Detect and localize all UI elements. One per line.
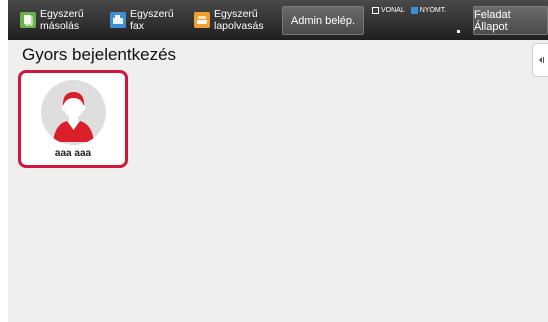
line-status-label: VONAL [381, 7, 405, 14]
page-title: Gyors bejelentkezés [22, 45, 177, 64]
easy-scan-shortcut[interactable]: Egyszerű lapolvasás [194, 0, 264, 40]
easy-fax-label-2: fax [130, 20, 145, 32]
easy-scan-label-2: lapolvasás [214, 20, 264, 32]
print-status-label: NYOMT. [419, 7, 447, 14]
user-avatar-icon [41, 80, 106, 145]
top-toolbar: Egyszerű másolás Egyszerű fax Egyszerű l… [8, 0, 548, 40]
easy-fax-label-1: Egyszerű [130, 8, 174, 20]
status-indicators: VONAL NYOMT. [372, 7, 446, 14]
copy-icon [20, 12, 36, 28]
job-status-label: Feladat Állapot [474, 8, 511, 33]
easy-copy-label-1: Egyszerű [40, 8, 84, 20]
print-status-box [410, 7, 418, 14]
line-status-box [372, 7, 379, 14]
job-status-button[interactable]: Feladat Állapot [473, 6, 548, 35]
easy-fax-shortcut[interactable]: Egyszerű fax [110, 0, 174, 40]
side-panel-tab[interactable] [532, 43, 548, 77]
easy-scan-label-1: Egyszerű [214, 8, 258, 20]
admin-login-button[interactable]: Admin belép. [282, 6, 364, 35]
user-card[interactable]: aaa aaa [18, 70, 128, 168]
chevron-left-icon [538, 57, 544, 63]
scan-icon [194, 12, 210, 28]
easy-copy-shortcut[interactable]: Egyszerű másolás [20, 0, 84, 40]
admin-login-label: Admin belép. [290, 14, 356, 27]
login-screen: Egyszerű másolás Egyszerű fax Egyszerű l… [8, 0, 548, 322]
status-dot [457, 30, 460, 33]
easy-copy-label-2: másolás [40, 20, 80, 32]
fax-icon [110, 12, 126, 28]
user-name: aaa aaa [54, 148, 92, 159]
